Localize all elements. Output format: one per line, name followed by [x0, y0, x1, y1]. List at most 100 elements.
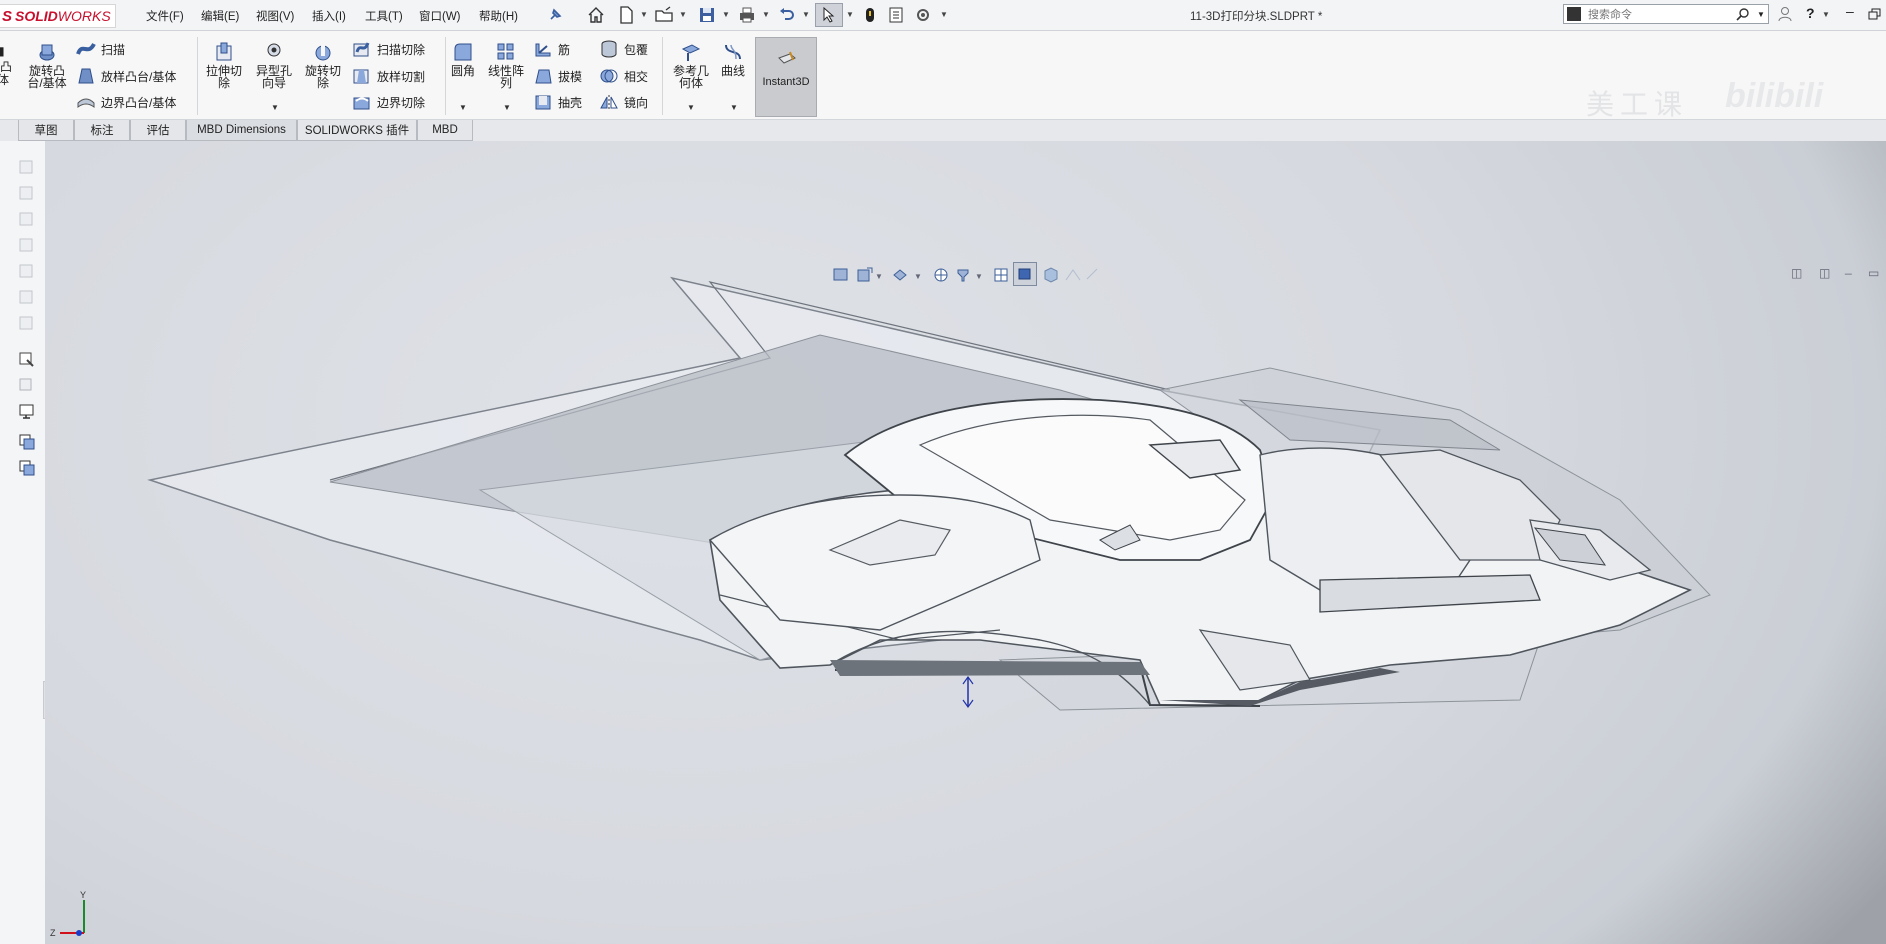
curves-button[interactable]: 曲线	[717, 41, 749, 77]
tab-evaluate[interactable]: 评估	[130, 120, 186, 141]
mirror-button[interactable]: 镜向	[599, 93, 648, 111]
menu-edit[interactable]: 编辑(E)	[201, 8, 239, 24]
print-icon[interactable]	[737, 5, 757, 25]
file-properties-icon[interactable]	[886, 5, 906, 25]
loft-boss-label: 放样凸台/基体	[101, 69, 177, 84]
menu-window[interactable]: 窗口(W)	[419, 8, 461, 24]
menu-view[interactable]: 视图(V)	[256, 8, 294, 24]
reference-geometry-button[interactable]: 参考几 何体	[668, 41, 714, 89]
search-commands[interactable]: ▼	[1563, 4, 1769, 24]
restore-window-icon[interactable]	[1868, 8, 1881, 20]
open-folder-icon[interactable]	[654, 5, 674, 25]
sweep-cut-icon	[353, 42, 370, 57]
linear-pattern-label-2: 列	[499, 76, 512, 90]
loft-cut-button[interactable]: 放样切割	[352, 67, 425, 85]
menu-insert[interactable]: 插入(I)	[312, 8, 346, 24]
minimize-icon[interactable]: –	[1846, 3, 1854, 19]
undo-caret-icon[interactable]: ▼	[802, 10, 810, 19]
intersect-icon	[600, 69, 618, 83]
boundary-boss-button[interactable]: 边界凸台/基体	[76, 93, 176, 111]
tab-markup[interactable]: 标注	[74, 120, 130, 141]
loft-boss-button[interactable]: 放样凸台/基体	[76, 67, 176, 85]
help-icon[interactable]: ?	[1806, 5, 1815, 21]
tab-mbd-dimensions[interactable]: MBD Dimensions	[186, 120, 297, 141]
panel-icon-6[interactable]	[18, 289, 36, 307]
fillet-button[interactable]: 圆角	[448, 41, 478, 77]
help-caret-icon[interactable]: ▼	[1822, 10, 1830, 19]
tab-solidworks-addins[interactable]: SOLIDWORKS 插件	[297, 120, 417, 141]
boundary-boss-label: 边界凸台/基体	[101, 95, 177, 110]
sweep-button[interactable]: 扫描	[76, 40, 125, 58]
open-caret-icon[interactable]: ▼	[679, 10, 687, 19]
graphics-area[interactable]: ▼ ▼ ▼ ◫ ◫ _ ▭ Y Z	[45, 141, 1886, 944]
user-icon[interactable]	[1778, 6, 1792, 22]
rebuild-icon[interactable]	[860, 5, 880, 25]
boundary-cut-button[interactable]: 边界切除	[352, 93, 425, 111]
wrap-button[interactable]: 包覆	[599, 40, 648, 58]
reference-geometry-label-2: 何体	[678, 76, 703, 90]
panel-icon-7[interactable]	[18, 315, 36, 333]
solidworks-logo[interactable]: S SOLID WORKS	[0, 4, 116, 28]
revolve-boss-label-2: 台/基体	[27, 76, 67, 90]
rib-button[interactable]: 筋	[533, 40, 570, 58]
tab-sketch[interactable]: 草图	[18, 120, 74, 141]
fillet-caret-icon[interactable]: ▼	[459, 103, 467, 112]
new-caret-icon[interactable]: ▼	[640, 10, 648, 19]
instant3d-button[interactable]: Instant3D	[755, 37, 817, 117]
paste-feature-icon[interactable]	[18, 459, 36, 477]
mirror-icon	[600, 95, 618, 110]
menu-tools[interactable]: 工具(T)	[365, 8, 403, 24]
magnifier-icon[interactable]	[1736, 7, 1750, 21]
selection-filter-icon[interactable]	[18, 351, 36, 369]
hole-wizard-button[interactable]: 异型孔 向导	[252, 41, 296, 89]
panel-icon-2[interactable]	[18, 185, 36, 203]
panel-icon-1[interactable]	[18, 159, 36, 177]
sweep-icon	[76, 42, 96, 55]
instant3d-icon	[778, 51, 796, 64]
sweep-cut-label: 扫描切除	[377, 42, 426, 57]
curves-caret-icon[interactable]: ▼	[730, 103, 738, 112]
divider	[662, 37, 663, 115]
reference-geometry-caret-icon[interactable]: ▼	[687, 103, 695, 112]
search-caret-icon[interactable]: ▼	[1757, 10, 1765, 19]
panel-icon-4[interactable]	[18, 237, 36, 255]
shell-button[interactable]: 抽壳	[533, 93, 582, 111]
revolve-cut-button[interactable]: 旋转切 除	[300, 41, 346, 89]
search-input[interactable]	[1586, 6, 1740, 24]
revolve-cut-icon	[315, 44, 331, 61]
panel-icon-5[interactable]	[18, 263, 36, 281]
display-manager-icon[interactable]	[18, 403, 36, 421]
tab-mbd[interactable]: MBD	[417, 120, 473, 141]
triad-z-label: Z	[50, 928, 56, 938]
sweep-cut-button[interactable]: 扫描切除	[352, 40, 425, 58]
linear-pattern-button[interactable]: 线性阵 列	[484, 41, 528, 89]
pin-icon[interactable]	[545, 5, 565, 25]
boundary-boss-icon	[77, 98, 95, 108]
loft-cut-icon	[353, 69, 369, 84]
new-document-icon[interactable]	[616, 5, 636, 25]
3d-model-view[interactable]: Y Z	[45, 141, 1886, 944]
options-caret-icon[interactable]: ▼	[940, 10, 948, 19]
options-gear-icon[interactable]	[913, 5, 933, 25]
undo-icon[interactable]	[777, 5, 797, 25]
intersect-button[interactable]: 相交	[599, 67, 648, 85]
menu-help[interactable]: 帮助(H)	[479, 8, 518, 24]
menu-file[interactable]: 文件(F)	[146, 8, 184, 24]
edit-sketch-icon[interactable]	[18, 377, 36, 395]
instant3d-label: Instant3D	[762, 76, 810, 88]
copy-feature-icon[interactable]	[18, 433, 36, 451]
panel-icon-3[interactable]	[18, 211, 36, 229]
select-button[interactable]	[815, 3, 843, 27]
reference-geometry-icon	[681, 44, 701, 61]
select-caret-icon[interactable]: ▼	[846, 10, 854, 19]
boundary-cut-label: 边界切除	[377, 95, 426, 110]
revolve-boss-button[interactable]: 旋转凸 台/基体	[24, 41, 70, 89]
linear-pattern-caret-icon[interactable]: ▼	[503, 103, 511, 112]
hole-wizard-caret-icon[interactable]: ▼	[271, 103, 279, 112]
extrude-cut-button[interactable]: 拉伸切 除	[202, 41, 246, 89]
save-icon[interactable]	[697, 5, 717, 25]
draft-button[interactable]: 拔模	[533, 67, 582, 85]
home-icon[interactable]	[586, 5, 606, 25]
print-caret-icon[interactable]: ▼	[762, 10, 770, 19]
save-caret-icon[interactable]: ▼	[722, 10, 730, 19]
